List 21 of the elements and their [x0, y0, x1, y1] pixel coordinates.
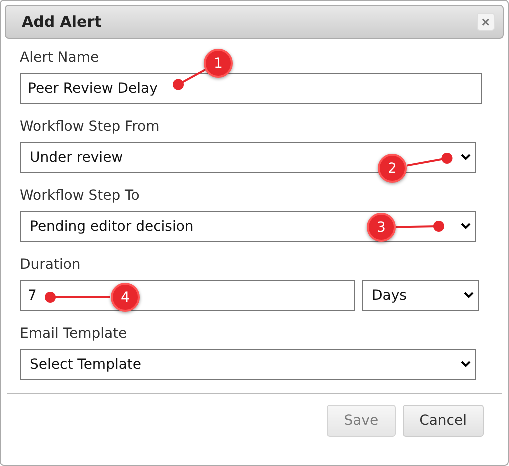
- field-label: Workflow Step From: [20, 118, 160, 137]
- dialog-title: Add Alert: [22, 13, 102, 31]
- annotation-badge: 1: [204, 49, 233, 78]
- cancel-button[interactable]: Cancel: [402, 405, 484, 437]
- dropdown-select[interactable]: Select Template: [20, 349, 476, 380]
- field-label: Duration: [20, 256, 81, 275]
- field-label: Email Template: [20, 325, 128, 344]
- leader-line: [406, 152, 452, 166]
- chevron-icon: [461, 361, 471, 368]
- unit-select[interactable]: Days: [362, 280, 479, 311]
- leader-line: [44, 292, 110, 302]
- field-label: Alert Name: [20, 49, 100, 68]
- field-label: Workflow Step To: [20, 187, 140, 206]
- close-button[interactable]: ×: [477, 13, 495, 31]
- text-field[interactable]: Peer Review Delay: [20, 73, 482, 104]
- chevron-icon: [464, 292, 474, 299]
- annotation-badge: 2: [378, 154, 407, 183]
- leader-line: [396, 220, 444, 232]
- chevron-icon: [461, 223, 471, 230]
- leader-line: [172, 69, 205, 90]
- chevron-icon: [461, 154, 471, 161]
